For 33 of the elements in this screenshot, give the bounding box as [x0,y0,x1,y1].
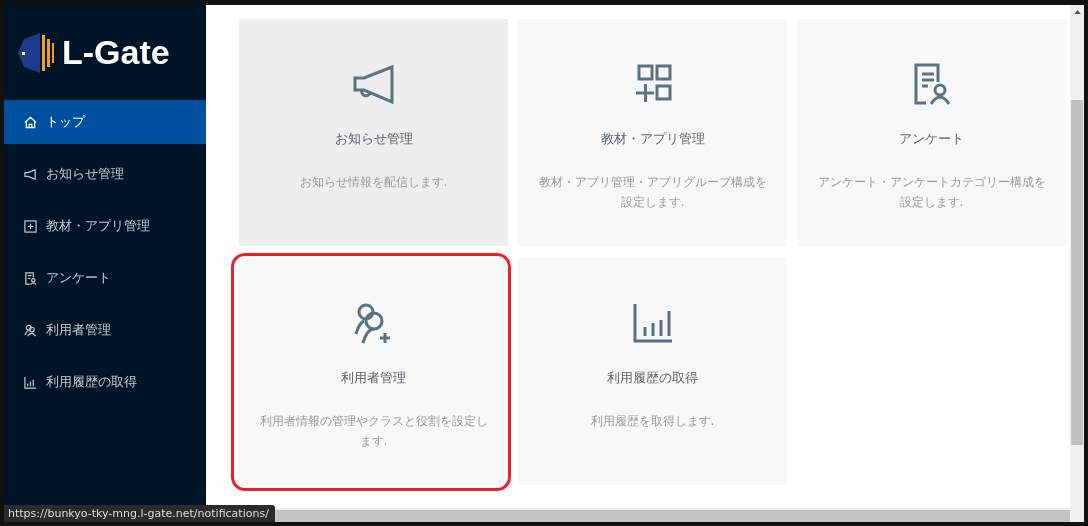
sidebar-item[interactable]: 利用者管理 [4,308,206,352]
card-title: 教材・アプリ管理 [600,130,705,148]
bar-chart-icon [24,375,37,389]
scroll-up-icon[interactable] [1074,10,1081,14]
status-url-tooltip: https://bunkyo-tky-mng.l-gate.net/notifications/ [4,505,275,522]
card-title: お知らせ管理 [334,130,413,148]
megaphone-icon [351,62,396,106]
scroll-thumb[interactable] [1071,100,1083,445]
card-title: 利用者管理 [341,369,406,387]
card-description: 利用者情報の管理やクラスと役割を設定します. [258,413,489,450]
menu-card[interactable]: 教材・アプリ管理 教材・アプリ管理・アプリグループ構成を設定します. [518,19,787,246]
megaphone-icon [24,167,37,181]
logo-icon [18,32,54,73]
vertical-scrollbar[interactable] [1070,5,1084,522]
sidebar-item[interactable]: 教材・アプリ管理 [4,204,206,248]
menu-card[interactable]: お知らせ管理 お知らせ情報を配信します. [239,19,508,246]
card-description: 教材・アプリ管理・アプリグループ構成を設定します. [537,174,768,211]
sidebar-item[interactable]: お知らせ管理 [4,152,206,196]
menu-card[interactable]: 利用履歴の取得 利用履歴を取得します. [518,258,787,485]
card-description: 利用履歴を取得します. [589,413,716,430]
sidebar-item[interactable]: 利用履歴の取得 [4,360,206,404]
card-title: 利用履歴の取得 [607,369,698,387]
grid-plus-icon [24,219,37,233]
users-plus-icon [24,323,37,337]
menu-card[interactable]: アンケート アンケート・アンケートカテゴリー構成を設定します. [797,19,1066,246]
sidebar-item[interactable]: トップ [4,100,206,144]
card-title: アンケート [899,130,964,148]
sidebar-item[interactable]: アンケート [4,256,206,300]
card-description: アンケート・アンケートカテゴリー構成を設定します. [816,174,1047,211]
logo-text: L-Gate [62,33,170,72]
home-icon [24,115,37,129]
card-description: お知らせ情報を配信します. [298,174,449,191]
document-person-icon [24,271,37,285]
